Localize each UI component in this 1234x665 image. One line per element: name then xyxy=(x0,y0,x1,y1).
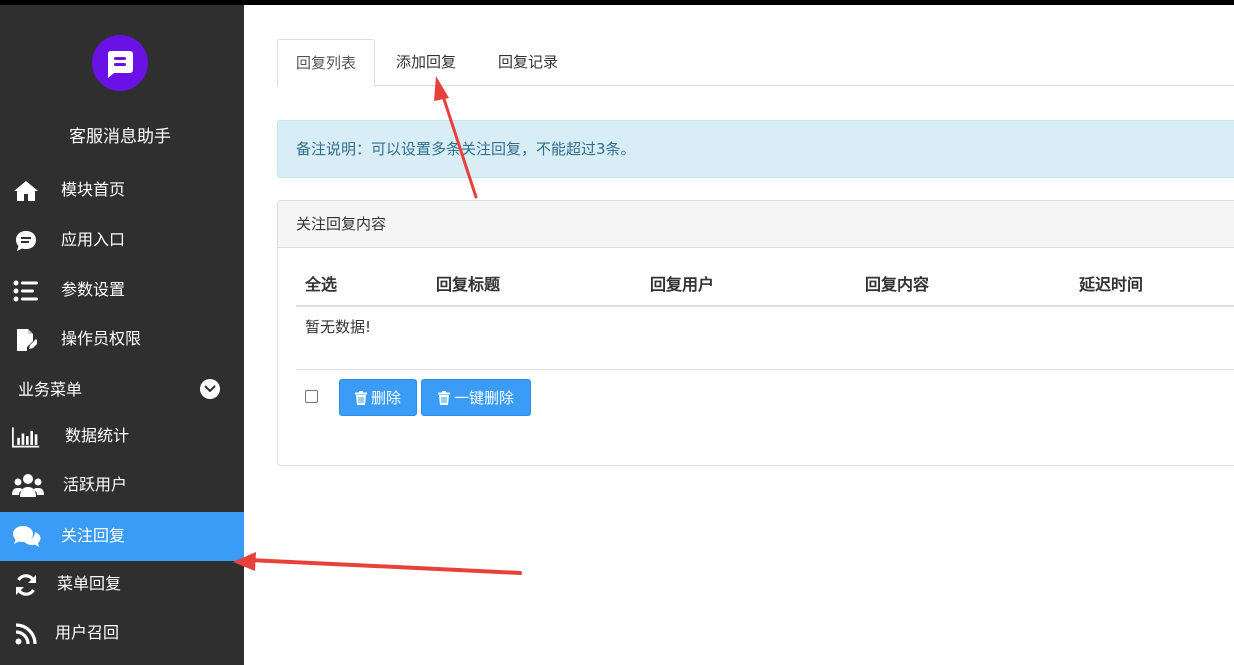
sidebar-item-label: 数据统计 xyxy=(65,426,130,445)
list-settings-icon xyxy=(12,278,40,304)
rss-icon xyxy=(12,621,40,647)
sidebar-item-settings[interactable]: 参数设置 xyxy=(0,266,244,315)
tab-reply-list[interactable]: 回复列表 xyxy=(277,39,376,87)
select-all-checkbox[interactable] xyxy=(305,390,318,403)
sidebar-item-menu-reply[interactable]: 菜单回复 xyxy=(0,560,244,609)
trash-icon xyxy=(437,390,450,405)
trash-icon xyxy=(354,390,367,405)
delete-all-button-label: 一键删除 xyxy=(453,389,514,407)
tab-add-reply[interactable]: 添加回复 xyxy=(378,39,474,86)
sidebar-item-label: 用户召回 xyxy=(55,623,120,642)
column-reply-user: 回复用户 xyxy=(650,275,715,294)
info-alert: 备注说明：可以设置多条关注回复，不能超过3条。 xyxy=(277,120,1234,178)
sidebar-item-home[interactable]: 模块首页 xyxy=(0,166,244,215)
main-content: 回复列表 添加回复 回复记录 备注说明：可以设置多条关注回复，不能超过3条。 关… xyxy=(244,5,1234,665)
table-header: 全选 回复标题 回复用户 回复内容 延迟时间 xyxy=(296,267,1234,307)
chevron-down-icon xyxy=(204,385,216,393)
column-delay-time: 延迟时间 xyxy=(1079,275,1144,294)
panel-title: 关注回复内容 xyxy=(278,201,1234,248)
sidebar-item-operators[interactable]: 操作员权限 xyxy=(0,315,244,364)
sidebar-item-entry[interactable]: 应用入口 xyxy=(0,216,244,265)
refresh-icon xyxy=(12,572,40,598)
sidebar-item-label: 应用入口 xyxy=(61,230,126,249)
delete-all-button[interactable]: 一键删除 xyxy=(421,379,531,416)
column-reply-content: 回复内容 xyxy=(865,275,930,294)
edit-document-icon xyxy=(12,327,40,353)
users-icon xyxy=(12,473,44,499)
empty-state-text: 暂无数据! xyxy=(305,318,372,336)
divider xyxy=(296,369,1234,370)
message-logo-icon xyxy=(107,51,133,78)
section-toggle[interactable] xyxy=(200,379,220,399)
sidebar-item-label: 模块首页 xyxy=(61,180,126,199)
chat-bubble-icon xyxy=(12,228,40,254)
column-select-all[interactable]: 全选 xyxy=(305,275,337,295)
sidebar-item-label: 关注回复 xyxy=(61,526,126,545)
tab-bar: 回复列表 添加回复 回复记录 xyxy=(277,39,1234,87)
tab-reply-records[interactable]: 回复记录 xyxy=(480,39,576,86)
home-icon xyxy=(12,178,40,204)
delete-button-label: 删除 xyxy=(370,389,401,407)
sidebar-item-statistics[interactable]: 数据统计 xyxy=(0,412,244,461)
sidebar-item-active-users[interactable]: 活跃用户 xyxy=(0,461,244,510)
app-name: 客服消息助手 xyxy=(69,127,171,147)
sidebar: 客服消息助手 模块首页 应用入口 参数设置 操作员权限 业务菜单 数据统计 活跃… xyxy=(0,5,244,665)
column-reply-title: 回复标题 xyxy=(436,275,501,294)
sidebar-item-follow-reply[interactable]: 关注回复 xyxy=(0,512,244,561)
section-label: 业务菜单 xyxy=(18,380,83,399)
sidebar-item-user-recall[interactable]: 用户召回 xyxy=(0,609,244,658)
app-logo xyxy=(92,35,148,91)
top-border xyxy=(0,0,1234,5)
sidebar-item-label: 活跃用户 xyxy=(63,475,128,494)
sidebar-item-label: 操作员权限 xyxy=(61,329,142,348)
comments-icon xyxy=(12,524,42,550)
follow-reply-panel: 关注回复内容 全选 回复标题 回复用户 回复内容 延迟时间 暂无数据! 删除 一… xyxy=(277,200,1234,466)
delete-button[interactable]: 删除 xyxy=(339,379,417,416)
bar-chart-icon xyxy=(12,424,40,450)
sidebar-item-label: 菜单回复 xyxy=(57,574,122,593)
sidebar-item-label: 参数设置 xyxy=(61,280,126,299)
